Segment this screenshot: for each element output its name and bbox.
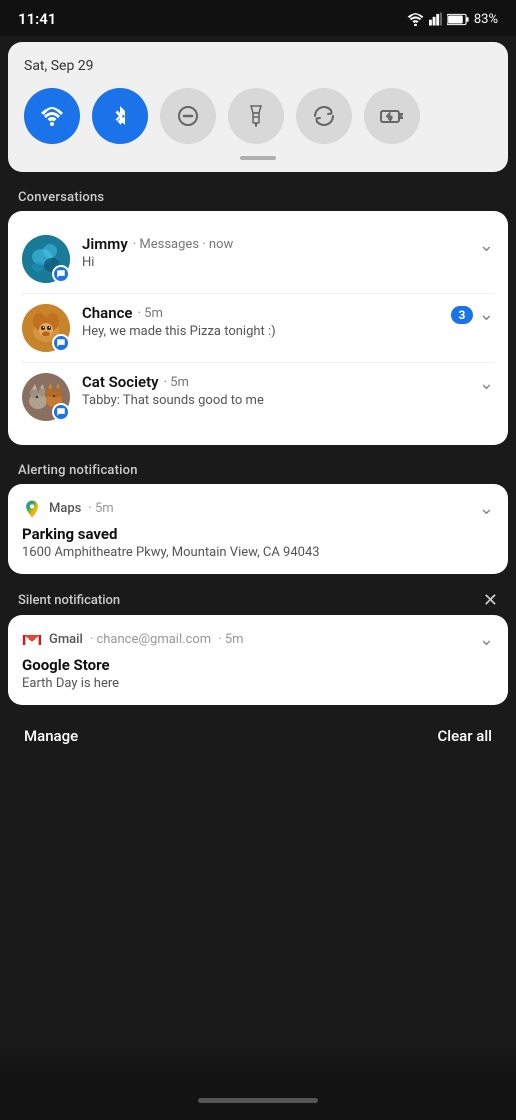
- qs-dnd-button[interactable]: [160, 88, 216, 144]
- conv-cat-time: · 5m: [164, 375, 189, 390]
- alerting-notification-card[interactable]: Maps · 5m ⌄ Parking saved 1600 Amphithea…: [8, 484, 508, 574]
- qs-batterysaver-button[interactable]: [364, 88, 420, 144]
- maps-icon: [22, 499, 42, 519]
- signal-status-icon: [429, 12, 442, 26]
- status-time: 11:41: [18, 10, 56, 28]
- dnd-qs-icon: [176, 104, 200, 128]
- conversation-cat-society[interactable]: Cat Society · 5m Tabby: That sounds good…: [22, 363, 494, 431]
- maps-app-info: Maps · 5m: [22, 499, 114, 519]
- avatar-cat-wrap: [22, 373, 70, 421]
- status-bar: 11:41 83%: [0, 0, 516, 36]
- messages-icon: [56, 269, 66, 279]
- autorotate-qs-icon: [312, 104, 336, 128]
- qs-autorotate-button[interactable]: [296, 88, 352, 144]
- battery-percent: 83%: [474, 12, 498, 27]
- home-indicator: [198, 1098, 318, 1103]
- bluetooth-qs-icon: [108, 104, 132, 128]
- expand-gmail-button[interactable]: ⌄: [479, 629, 494, 650]
- conversations-section-label: Conversations: [0, 180, 516, 211]
- silent-section-label: Silent notification: [18, 593, 120, 608]
- maps-notif-header: Maps · 5m ⌄: [22, 498, 494, 519]
- gmail-icon: [22, 630, 42, 650]
- wifi-qs-icon: [40, 104, 64, 128]
- qs-bluetooth-button[interactable]: [92, 88, 148, 144]
- maps-app-name: Maps: [49, 501, 81, 516]
- conv-jimmy-header: Jimmy · Messages · now: [82, 235, 471, 253]
- bottom-action-bar: Manage Clear all: [0, 713, 516, 759]
- qs-flashlight-button[interactable]: [228, 88, 284, 144]
- wifi-status-icon: [407, 13, 424, 26]
- conversations-card: Jimmy · Messages · now Hi ⌄: [8, 211, 508, 445]
- unread-badge-chance: 3: [451, 306, 473, 324]
- gmail-notif-title: Google Store: [22, 656, 494, 674]
- conv-jimmy-name: Jimmy: [82, 235, 128, 253]
- conv-chance-header: Chance · 5m: [82, 304, 443, 322]
- expand-maps-button[interactable]: ⌄: [479, 498, 494, 519]
- qs-drag-handle: [240, 156, 276, 160]
- clear-all-button[interactable]: Clear all: [438, 727, 493, 745]
- maps-notif-time: · 5m: [88, 501, 113, 516]
- silent-section-header: Silent notification ✕: [0, 582, 516, 615]
- alerting-section-label: Alerting notification: [0, 453, 516, 484]
- gmail-email: · chance@gmail.com: [90, 632, 211, 647]
- maps-notif-body: 1600 Amphitheatre Pkwy, Mountain View, C…: [22, 545, 494, 560]
- home-indicator-area: [0, 1080, 516, 1120]
- expand-jimmy-button[interactable]: ⌄: [479, 235, 494, 256]
- conv-cat-actions: ⌄: [479, 373, 494, 394]
- conversation-chance[interactable]: Chance · 5m Hey, we made this Pizza toni…: [22, 294, 494, 363]
- conv-chance-name: Chance: [82, 304, 133, 322]
- qs-wifi-button[interactable]: [24, 88, 80, 144]
- manage-button[interactable]: Manage: [24, 727, 78, 745]
- conv-cat-name: Cat Society: [82, 373, 159, 391]
- conv-jimmy-content: Jimmy · Messages · now Hi: [82, 235, 471, 270]
- gmail-notif-header: Gmail · chance@gmail.com · 5m ⌄: [22, 629, 494, 650]
- quick-settings-buttons: [24, 88, 492, 144]
- expand-chance-button[interactable]: ⌄: [479, 304, 494, 325]
- conv-chance-message: Hey, we made this Pizza tonight :): [82, 324, 402, 339]
- gmail-notif-body: Earth Day is here: [22, 676, 494, 691]
- conv-chance-time: · 5m: [138, 306, 163, 321]
- messages-icon-chance: [56, 338, 66, 348]
- conv-cat-content: Cat Society · 5m Tabby: That sounds good…: [82, 373, 471, 408]
- date-display: Sat, Sep 29: [24, 58, 492, 74]
- conv-cat-header: Cat Society · 5m: [82, 373, 471, 391]
- gmail-app-name: Gmail: [49, 632, 83, 647]
- conv-jimmy-message: Hi: [82, 255, 402, 270]
- conv-jimmy-meta: · Messages · now: [133, 237, 234, 252]
- conv-chance-content: Chance · 5m Hey, we made this Pizza toni…: [82, 304, 443, 339]
- battery-status-icon: [447, 13, 469, 26]
- quick-settings-panel: Sat, Sep 29: [8, 42, 508, 172]
- flashlight-qs-icon: [244, 104, 268, 128]
- messages-icon-cat: [56, 407, 66, 417]
- status-icons: 83%: [407, 12, 498, 27]
- messages-badge-jimmy: [52, 265, 70, 283]
- gmail-time: · 5m: [218, 632, 243, 647]
- conv-jimmy-actions: ⌄: [479, 235, 494, 256]
- silent-close-button[interactable]: ✕: [483, 590, 498, 611]
- avatar-jimmy-wrap: [22, 235, 70, 283]
- messages-badge-cat: [52, 403, 70, 421]
- avatar-chance-wrap: [22, 304, 70, 352]
- maps-notif-title: Parking saved: [22, 525, 494, 543]
- conv-chance-actions: 3 ⌄: [451, 304, 494, 325]
- batterysaver-qs-icon: [380, 104, 404, 128]
- conv-cat-message: Tabby: That sounds good to me: [82, 393, 402, 408]
- expand-cat-button[interactable]: ⌄: [479, 373, 494, 394]
- messages-badge-chance: [52, 334, 70, 352]
- gmail-app-info: Gmail · chance@gmail.com · 5m: [22, 630, 244, 650]
- conversation-jimmy[interactable]: Jimmy · Messages · now Hi ⌄: [22, 225, 494, 294]
- gmail-notification-card[interactable]: Gmail · chance@gmail.com · 5m ⌄ Google S…: [8, 615, 508, 705]
